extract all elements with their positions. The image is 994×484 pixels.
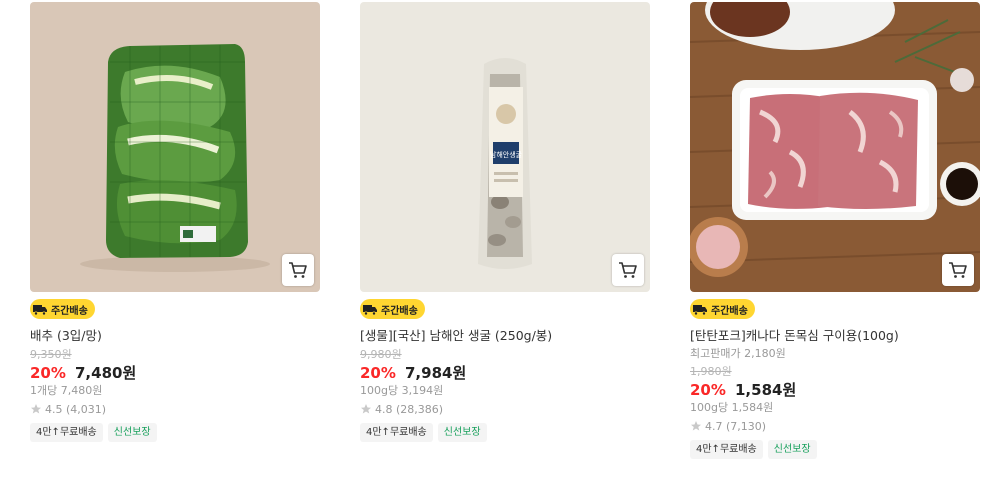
- cart-icon: [948, 261, 968, 279]
- price-row: 20% 7,984원: [360, 362, 650, 383]
- discount-rate: 20%: [30, 364, 66, 382]
- add-to-cart-button[interactable]: [282, 254, 314, 286]
- truck-icon: [32, 302, 48, 316]
- freshness-tag: 신선보장: [437, 423, 487, 442]
- badge-label: 주간배송: [381, 305, 418, 317]
- product-card[interactable]: 주간배송 배추 (3입/망) 9,350원 20% 7,480원 1개당 7,4…: [30, 2, 320, 442]
- product-image[interactable]: [690, 2, 980, 292]
- product-image[interactable]: 남해안생굴: [360, 2, 650, 292]
- product-title[interactable]: 배추 (3입/망): [30, 327, 320, 344]
- cart-icon: [288, 261, 308, 279]
- truck-icon: [362, 302, 378, 316]
- original-price: 1,980원: [690, 365, 732, 378]
- product-card[interactable]: 남해안생굴 주간배송 [생물][국산] 남해안 생굴 (250g/봉) 9,98…: [360, 2, 650, 442]
- rating-text: 4.5 (4,031): [45, 402, 107, 416]
- rating: 4.7 (7,130): [690, 418, 980, 434]
- freshness-tag: 신선보장: [767, 440, 817, 459]
- product-grid: 주간배송 배추 (3입/망) 9,350원 20% 7,480원 1개당 7,4…: [0, 0, 994, 484]
- star-icon: [30, 403, 42, 415]
- pork-image: [690, 2, 980, 292]
- free-shipping-tag: 4만↑무료배송: [690, 440, 763, 459]
- rating: 4.8 (28,386): [360, 401, 650, 417]
- cabbage-image: [30, 2, 320, 292]
- product-title[interactable]: [생물][국산] 남해안 생굴 (250g/봉): [360, 327, 650, 344]
- sale-price: 1,584원: [735, 381, 797, 399]
- add-to-cart-button[interactable]: [612, 254, 644, 286]
- badge-label: 주간배송: [51, 305, 88, 317]
- unit-price: 100g당 3,194원: [360, 384, 444, 397]
- discount-rate: 20%: [690, 381, 726, 399]
- unit-price: 1개당 7,480원: [30, 384, 103, 397]
- free-shipping-tag: 4만↑무료배송: [30, 423, 103, 442]
- price-row: 20% 7,480원: [30, 362, 320, 383]
- weekly-delivery-badge: 주간배송: [30, 299, 95, 319]
- product-card[interactable]: 주간배송 [탄탄포크]캐나다 돈목심 구이용(100g) 최고판매가 2,180…: [690, 2, 980, 459]
- price-row: 20% 1,584원: [690, 379, 980, 400]
- free-shipping-tag: 4만↑무료배송: [360, 423, 433, 442]
- package-label: 남해안생굴: [490, 150, 523, 159]
- product-image[interactable]: [30, 2, 320, 292]
- original-price: 9,350원: [30, 348, 72, 361]
- weekly-delivery-badge: 주간배송: [690, 299, 755, 319]
- tag-list: 4만↑무료배송 신선보장: [690, 440, 980, 459]
- sale-price: 7,480원: [75, 364, 137, 382]
- cart-icon: [618, 261, 638, 279]
- tag-list: 4만↑무료배송 신선보장: [360, 423, 650, 442]
- rating-text: 4.8 (28,386): [375, 402, 444, 416]
- tag-list: 4만↑무료배송 신선보장: [30, 423, 320, 442]
- product-title[interactable]: [탄탄포크]캐나다 돈목심 구이용(100g): [690, 327, 980, 344]
- badge-label: 주간배송: [711, 305, 748, 317]
- rating-text: 4.7 (7,130): [705, 419, 767, 433]
- original-price: 9,980원: [360, 348, 402, 361]
- unit-price: 100g당 1,584원: [690, 401, 774, 414]
- sale-price: 7,984원: [405, 364, 467, 382]
- freshness-tag: 신선보장: [107, 423, 157, 442]
- discount-rate: 20%: [360, 364, 396, 382]
- truck-icon: [692, 302, 708, 316]
- max-price-note: 최고판매가 2,180원: [690, 347, 786, 360]
- oyster-image: 남해안생굴: [360, 2, 650, 292]
- add-to-cart-button[interactable]: [942, 254, 974, 286]
- rating: 4.5 (4,031): [30, 401, 320, 417]
- star-icon: [360, 403, 372, 415]
- star-icon: [690, 420, 702, 432]
- weekly-delivery-badge: 주간배송: [360, 299, 425, 319]
